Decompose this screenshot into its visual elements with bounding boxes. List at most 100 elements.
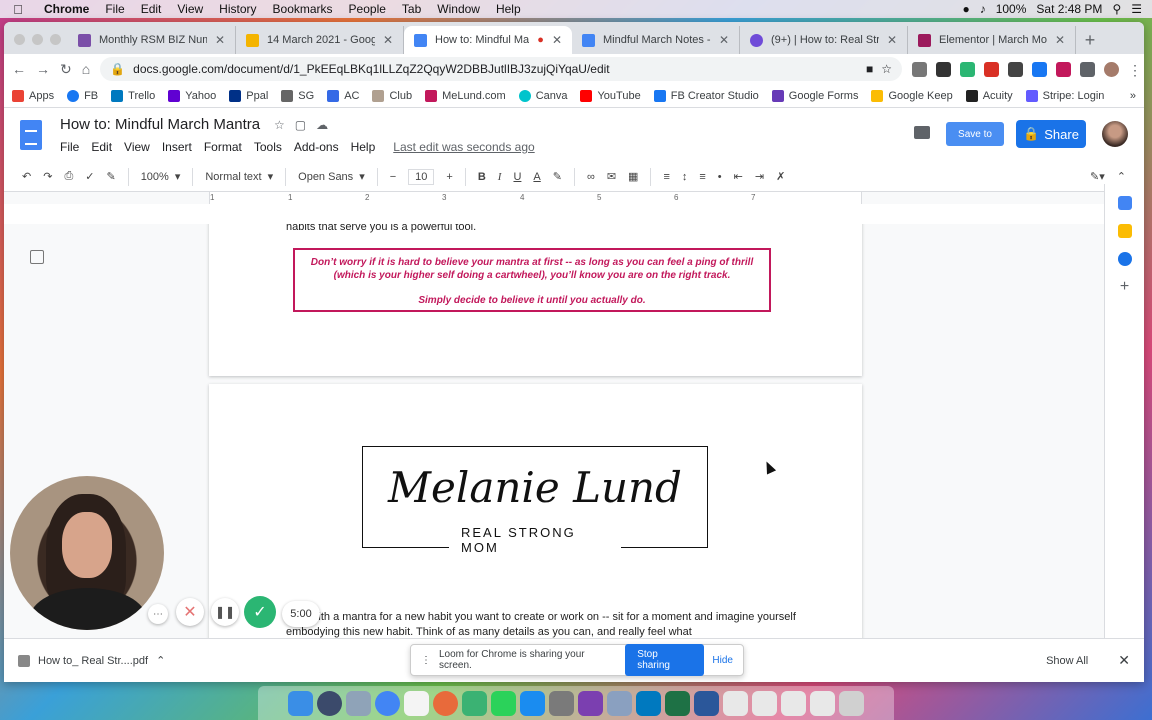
bookmark-fb-creator-studio[interactable]: FB Creator Studio: [653, 89, 759, 102]
tab-elementor[interactable]: Elementor | March Month ✕: [908, 26, 1076, 54]
tasks-icon[interactable]: [1117, 252, 1132, 266]
menu-view[interactable]: View: [169, 2, 211, 16]
clear-formatting-icon[interactable]: ✗: [776, 170, 785, 183]
move-folder-icon[interactable]: ▢: [295, 118, 306, 132]
apple-icon[interactable]: : [0, 2, 36, 17]
spellcheck-icon[interactable]: ✓: [85, 170, 94, 183]
add-addon-icon[interactable]: +: [1118, 279, 1132, 295]
more-bookmarks-icon[interactable]: »: [1130, 90, 1136, 102]
menu-tab[interactable]: Tab: [394, 2, 429, 16]
extension-icon[interactable]: [1008, 61, 1023, 77]
document-outline-icon[interactable]: [30, 250, 44, 264]
callout-box[interactable]: Don’t worry if it is hard to believe you…: [293, 248, 771, 312]
menu-edit[interactable]: Edit: [133, 2, 170, 16]
docs-menu-edit[interactable]: Edit: [91, 140, 112, 154]
bookmark-acuity[interactable]: Acuity: [965, 89, 1013, 102]
chrome-icon[interactable]: [375, 690, 400, 716]
document-page[interactable]: habits that serve you is a powerful tool…: [209, 224, 862, 376]
address-bar[interactable]: 🔒 docs.google.com/document/d/1_PkEEqLBKq…: [100, 57, 902, 81]
increase-font-size-button[interactable]: +: [446, 171, 452, 183]
app-store-icon[interactable]: [520, 690, 545, 716]
document-icon[interactable]: [810, 690, 835, 716]
finder-icon[interactable]: [288, 690, 313, 716]
close-window-button[interactable]: [14, 34, 25, 45]
close-downloads-icon[interactable]: ✕: [1118, 652, 1130, 669]
document-title[interactable]: How to: Mindful March Mantra: [60, 116, 260, 133]
decrease-font-size-button[interactable]: −: [390, 171, 396, 183]
bookmark-trello[interactable]: Trello: [111, 89, 155, 102]
tab-how-to-mindful[interactable]: How to: Mindful Marc ● ✕: [404, 26, 572, 54]
tab-14-march[interactable]: 14 March 2021 - Google D ✕: [236, 26, 404, 54]
docs-menu-view[interactable]: View: [124, 140, 150, 154]
wifi-icon[interactable]: ●: [962, 2, 969, 16]
extension-icon[interactable]: [1056, 61, 1071, 77]
collapse-toolbar-icon[interactable]: ⌃: [1117, 170, 1126, 183]
show-all-button[interactable]: Show All: [1046, 655, 1088, 667]
bookmark-google-forms[interactable]: Google Forms: [771, 89, 858, 102]
facetime-icon[interactable]: [491, 690, 516, 716]
extension-icon[interactable]: [1032, 61, 1047, 77]
word-icon[interactable]: [694, 690, 719, 716]
safari-icon[interactable]: [346, 690, 371, 716]
close-tab-icon[interactable]: ✕: [719, 33, 729, 47]
docs-menu-format[interactable]: Format: [204, 140, 242, 154]
paragraph[interactable]: e up with a mantra for a new habit you w…: [286, 610, 796, 638]
stop-sharing-button[interactable]: Stop sharing: [625, 644, 705, 676]
extension-icon[interactable]: [912, 61, 927, 77]
profile-avatar[interactable]: [1104, 61, 1119, 77]
insert-image-icon[interactable]: ▦: [628, 170, 638, 183]
system-preferences-icon[interactable]: [549, 690, 574, 716]
font-select[interactable]: Open Sans ▾: [298, 170, 365, 184]
minimize-window-button[interactable]: [32, 34, 43, 45]
ruler[interactable]: 1 1 2 3 4 5 6 7: [4, 192, 1144, 204]
url-text[interactable]: docs.google.com/document/d/1_PkEEqLBKq1l…: [133, 62, 858, 76]
star-icon[interactable]: ☆: [274, 118, 285, 132]
link-icon[interactable]: ∞: [587, 171, 595, 183]
zoom-select[interactable]: 100% ▾: [141, 170, 181, 184]
bookmark-google-keep[interactable]: Google Keep: [871, 89, 953, 102]
logo-image[interactable]: Melanie Lund REAL STRONG MOM: [362, 446, 708, 555]
bookmark-melund[interactable]: MeLund.com: [425, 89, 506, 102]
docs-menu-tools[interactable]: Tools: [254, 140, 282, 154]
extension-icon[interactable]: [960, 61, 975, 77]
add-comment-icon[interactable]: ✉: [607, 170, 616, 183]
volume-icon[interactable]: ♪: [980, 2, 986, 16]
share-button[interactable]: 🔒 Share: [1016, 120, 1086, 148]
callout-text[interactable]: Simply decide to believe it until you ac…: [295, 294, 769, 307]
tab-monthly-rsm[interactable]: Monthly RSM BIZ Number ✕: [68, 26, 236, 54]
docs-menu-help[interactable]: Help: [351, 140, 376, 154]
menu-chrome[interactable]: Chrome: [36, 2, 97, 16]
trash-icon[interactable]: [839, 690, 864, 716]
battery-level[interactable]: 100%: [996, 2, 1027, 16]
menu-help[interactable]: Help: [488, 2, 529, 16]
bookmark-ac[interactable]: AC: [327, 89, 359, 102]
calendar-icon[interactable]: [1117, 196, 1132, 210]
bookmark-fb[interactable]: FB: [67, 89, 98, 102]
forward-icon[interactable]: →: [36, 61, 50, 77]
document-page[interactable]: Melanie Lund REAL STRONG MOM e up with a…: [209, 384, 862, 638]
docs-menu-addons[interactable]: Add-ons: [294, 140, 339, 154]
redo-icon[interactable]: ↷: [43, 170, 52, 183]
font-size-input[interactable]: 10: [408, 168, 435, 185]
excel-icon[interactable]: [665, 690, 690, 716]
close-tab-icon[interactable]: ✕: [552, 33, 562, 47]
cancel-recording-icon[interactable]: ✕: [176, 598, 204, 626]
bookmark-star-icon[interactable]: ☆: [881, 62, 892, 76]
close-tab-icon[interactable]: ✕: [887, 33, 897, 47]
bookmark-club[interactable]: Club: [372, 89, 412, 102]
extension-icon[interactable]: [936, 61, 951, 77]
bookmark-ppal[interactable]: Ppal: [229, 89, 268, 102]
document-icon[interactable]: [723, 690, 748, 716]
close-tab-icon[interactable]: ✕: [383, 33, 393, 47]
highlight-icon[interactable]: ✎: [553, 170, 562, 183]
menu-window[interactable]: Window: [429, 2, 488, 16]
bookmark-stripe[interactable]: Stripe: Login: [1025, 89, 1104, 102]
menu-history[interactable]: History: [211, 2, 264, 16]
increase-indent-icon[interactable]: ⇥: [755, 170, 764, 183]
bookmark-youtube[interactable]: YouTube: [580, 89, 641, 102]
bulleted-list-icon[interactable]: •: [718, 171, 722, 183]
paragraph[interactable]: habits that serve you is a powerful tool…: [286, 224, 476, 233]
pdf-extension-icon[interactable]: [984, 61, 999, 77]
photos-icon[interactable]: [433, 690, 458, 716]
calendar-icon[interactable]: [404, 690, 429, 716]
